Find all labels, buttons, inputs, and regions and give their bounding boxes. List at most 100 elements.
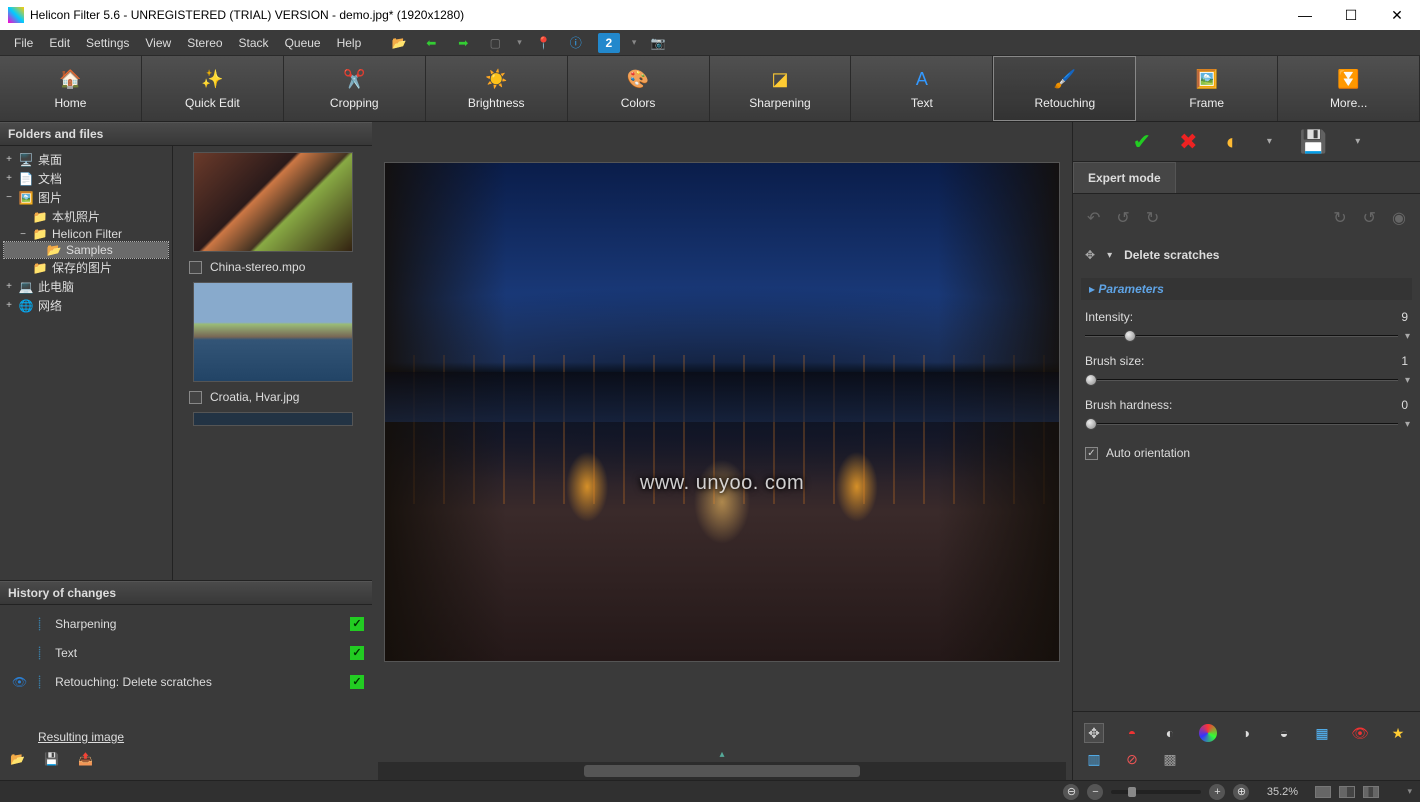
export-icon[interactable]: 📤 xyxy=(78,752,100,774)
box-icon[interactable]: ▢ xyxy=(485,33,505,53)
menu-stereo[interactable]: Stereo xyxy=(179,32,230,54)
cancel-x-icon[interactable]: ✖ xyxy=(1179,129,1197,155)
zoom-in-icon[interactable]: + xyxy=(1209,784,1225,800)
history-item[interactable]: ⸽Sharpening✓ xyxy=(8,609,364,638)
apply-check-icon[interactable]: ✔ xyxy=(1133,129,1151,155)
resulting-image-link[interactable]: Resulting image xyxy=(0,726,372,746)
section-parameters[interactable]: Parameters xyxy=(1098,282,1163,296)
undo-step-icon[interactable]: ↺ xyxy=(1116,208,1129,228)
tab-expert-mode[interactable]: Expert mode xyxy=(1073,162,1176,193)
info-icon[interactable]: ⓘ xyxy=(566,33,586,53)
redo-step-icon[interactable]: ↻ xyxy=(1146,208,1159,228)
tab-frame[interactable]: 🖼️Frame xyxy=(1136,56,1278,121)
tab-cropping[interactable]: ✂️Cropping xyxy=(284,56,426,121)
tree-node[interactable]: +🌐网络 xyxy=(4,296,168,315)
expand-icon[interactable]: − xyxy=(4,192,14,203)
horizontal-scrollbar[interactable] xyxy=(378,762,1066,780)
slider[interactable]: ▾ xyxy=(1085,328,1408,344)
chevron-down-icon[interactable]: ▾ xyxy=(1407,786,1412,797)
zoom-fit-icon[interactable]: ⊕ xyxy=(1233,784,1249,800)
layout-split-icon[interactable] xyxy=(1339,786,1355,798)
dropdown-icon[interactable]: ▾ xyxy=(1107,250,1112,261)
image-tool-icon[interactable]: ▦ xyxy=(1313,724,1331,742)
menu-stack[interactable]: Stack xyxy=(231,32,277,54)
expand-icon[interactable]: − xyxy=(18,229,28,240)
history-item[interactable]: 👁⸽Retouching: Delete scratches✓ xyxy=(8,667,364,696)
history-item[interactable]: ⸽Text✓ xyxy=(8,638,364,667)
menu-view[interactable]: View xyxy=(137,32,179,54)
move-tool-icon[interactable]: ✥ xyxy=(1085,724,1103,742)
tree-node[interactable]: 📁保存的图片 xyxy=(4,258,168,277)
dropdown-icon[interactable]: ▾ xyxy=(517,37,522,48)
zoom-out-full-icon[interactable]: ⊖ xyxy=(1063,784,1079,800)
chevron-down-icon[interactable]: ▾ xyxy=(1405,331,1410,342)
dropdown-icon[interactable]: ▾ xyxy=(632,37,637,48)
tree-node[interactable]: 📂Samples xyxy=(4,242,168,258)
expand-icon[interactable]: + xyxy=(4,154,14,165)
thumbnail-item[interactable] xyxy=(177,152,368,252)
prev-arrow-icon[interactable]: ⬅ xyxy=(421,33,441,53)
chevron-down-icon[interactable]: ▾ xyxy=(1405,419,1410,430)
checked-icon[interactable]: ✓ xyxy=(350,617,364,631)
thumbnails-panel[interactable]: China-stereo.mpo Croatia, Hvar.jpg xyxy=(173,146,372,580)
chevron-down-icon[interactable]: ▾ xyxy=(1405,375,1410,386)
tab-brightness[interactable]: ☀️Brightness xyxy=(426,56,568,121)
close-button[interactable]: ✕ xyxy=(1374,0,1420,30)
contrast3-icon[interactable]: ◒ xyxy=(1275,724,1293,742)
menu-help[interactable]: Help xyxy=(329,32,370,54)
checkbox-icon[interactable]: ✓ xyxy=(1085,447,1098,460)
globe-icon[interactable]: ◉ xyxy=(1392,208,1406,228)
color-brush-icon[interactable]: ◓ xyxy=(1123,724,1141,742)
monitor-icon[interactable]: 2 xyxy=(598,33,620,53)
eye-icon[interactable]: 👁 xyxy=(12,675,27,689)
dropdown-icon[interactable]: ▾ xyxy=(1355,136,1360,147)
no-tool-icon[interactable]: ⊘ xyxy=(1123,750,1141,768)
menu-edit[interactable]: Edit xyxy=(41,32,78,54)
menu-queue[interactable]: Queue xyxy=(277,32,329,54)
camera-icon[interactable]: 📷 xyxy=(648,33,668,53)
rotate-cw-icon[interactable]: ↻ xyxy=(1333,208,1346,228)
folder-tree[interactable]: +🖥️桌面+📄文档−🖼️图片📁本机照片−📁Helicon Filter📂Samp… xyxy=(0,146,172,580)
save-disk-icon[interactable]: 💾 xyxy=(44,752,66,774)
checked-icon[interactable]: ✓ xyxy=(350,646,364,660)
contrast1-icon[interactable]: ◐ xyxy=(1161,724,1179,742)
menu-settings[interactable]: Settings xyxy=(78,32,137,54)
menu-file[interactable]: File xyxy=(6,32,41,54)
dropdown-icon[interactable]: ▾ xyxy=(1267,136,1272,147)
checkbox-icon[interactable] xyxy=(189,391,202,404)
tab-quick-edit[interactable]: ✨Quick Edit xyxy=(142,56,284,121)
pin-icon[interactable]: 📍 xyxy=(534,33,554,53)
thumbnail-item[interactable]: Croatia, Hvar.jpg xyxy=(177,388,368,406)
collapse-handle-icon[interactable]: ▴ xyxy=(372,747,1072,762)
minimize-button[interactable]: — xyxy=(1282,0,1328,30)
tree-node[interactable]: −🖼️图片 xyxy=(4,188,168,207)
slider[interactable]: ▾ xyxy=(1085,372,1408,388)
expand-icon[interactable]: + xyxy=(4,300,14,311)
image-canvas[interactable]: www. unyoo. com xyxy=(384,162,1060,662)
layout-grid-icon[interactable] xyxy=(1363,786,1379,798)
crop-tool-icon[interactable]: ▥ xyxy=(1085,750,1103,768)
next-arrow-icon[interactable]: ➡ xyxy=(453,33,473,53)
contrast2-icon[interactable]: ◑ xyxy=(1237,724,1255,742)
maximize-button[interactable]: ☐ xyxy=(1328,0,1374,30)
tree-node[interactable]: +🖥️桌面 xyxy=(4,150,168,169)
rgb-circle-icon[interactable] xyxy=(1199,724,1217,742)
checker-tool-icon[interactable]: ▩ xyxy=(1161,750,1179,768)
thumbnail-item[interactable] xyxy=(177,282,368,382)
tree-node[interactable]: −📁Helicon Filter xyxy=(4,226,168,242)
layout-single-icon[interactable] xyxy=(1315,786,1331,798)
auto-orientation-checkbox[interactable]: ✓ Auto orientation xyxy=(1085,446,1408,460)
zoom-out-icon[interactable]: − xyxy=(1087,784,1103,800)
tab-sharpening[interactable]: ◪Sharpening xyxy=(710,56,852,121)
tree-node[interactable]: +📄文档 xyxy=(4,169,168,188)
zoom-slider[interactable] xyxy=(1111,790,1201,794)
tab-retouching[interactable]: 🖌️Retouching xyxy=(993,56,1136,121)
tab-colors[interactable]: 🎨Colors xyxy=(568,56,710,121)
tab-more-[interactable]: ⏬More... xyxy=(1278,56,1420,121)
slider[interactable]: ▾ xyxy=(1085,416,1408,432)
open-folder-icon[interactable]: 📂 xyxy=(389,33,409,53)
redeye-icon[interactable]: 👁 xyxy=(1351,724,1369,742)
move-handle-icon[interactable]: ✥ xyxy=(1085,248,1095,262)
revert-icon[interactable]: ◐ xyxy=(1226,129,1239,155)
expand-icon[interactable]: ▸ xyxy=(1089,282,1095,296)
